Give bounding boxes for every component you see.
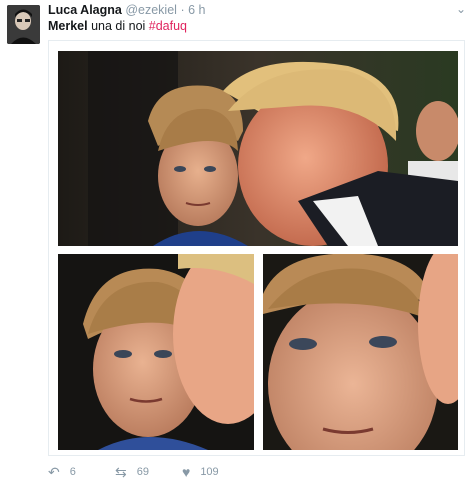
avatar[interactable] — [7, 5, 40, 44]
retweet-icon: ⇆ — [115, 464, 127, 480]
retweet-button[interactable]: ⇆ 69 — [115, 464, 149, 480]
tweet: Luca Alagna @ezekiel · 6 h ⌄ Merkel una … — [0, 0, 474, 481]
photo-3[interactable] — [263, 254, 458, 450]
reply-icon: ↶ — [48, 464, 60, 480]
like-count: 109 — [200, 466, 219, 478]
tweet-text-body: una di noi — [87, 19, 149, 33]
user-handle[interactable]: @ezekiel — [125, 3, 177, 17]
heart-icon: ♥ — [182, 464, 191, 480]
tweet-text: Merkel una di noi #dafuq — [48, 19, 187, 33]
tweet-text-bold: Merkel — [48, 19, 88, 33]
hashtag-link[interactable]: #dafuq — [149, 19, 187, 33]
photo-1[interactable] — [58, 51, 458, 246]
photo-2[interactable] — [58, 254, 254, 450]
chevron-down-icon[interactable]: ⌄ — [456, 2, 466, 16]
like-button[interactable]: ♥ 109 — [182, 464, 219, 480]
display-name[interactable]: Luca Alagna — [48, 3, 122, 17]
reply-count: 6 — [69, 466, 76, 478]
retweet-count: 69 — [136, 466, 149, 478]
reply-button[interactable]: ↶ 6 — [48, 464, 76, 480]
separator-dot: · — [180, 3, 185, 17]
timestamp[interactable]: 6 h — [188, 3, 205, 17]
tweet-header: Luca Alagna @ezekiel · 6 h — [48, 3, 205, 17]
media-grid — [48, 40, 465, 456]
